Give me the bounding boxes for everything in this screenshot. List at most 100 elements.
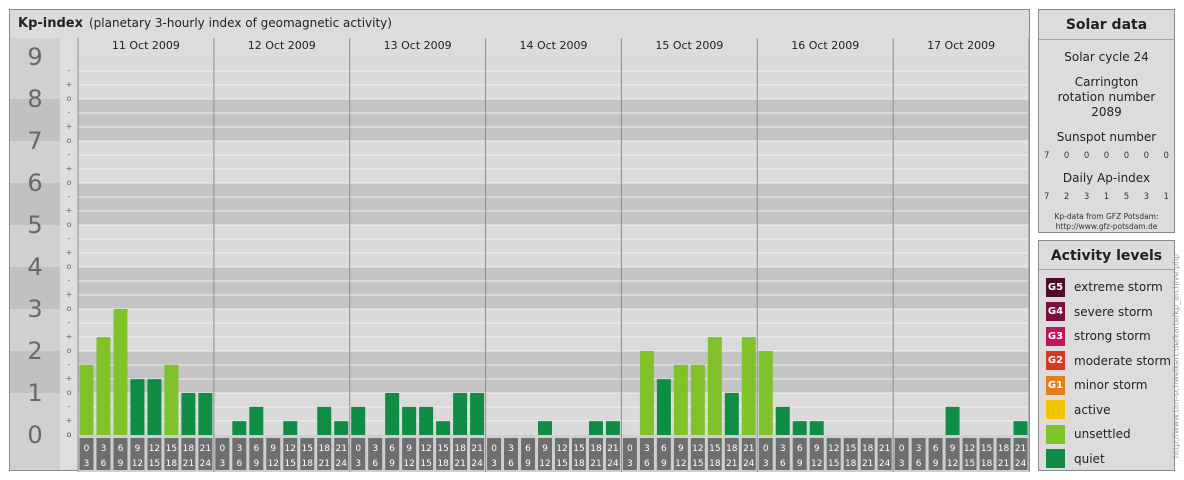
hour-end-label: 21 [590, 459, 601, 469]
sunspot-value: 0 [1063, 151, 1070, 161]
hour-start-label: 12 [556, 444, 567, 454]
kp-bar [317, 406, 332, 435]
hour-end-label: 15 [285, 459, 296, 469]
hour-start-label: 3 [780, 444, 786, 454]
kp-bar [232, 421, 247, 435]
kp-bar [809, 421, 824, 435]
hour-start-label: 12 [420, 444, 431, 454]
day-label: 17 Oct 2009 [927, 39, 995, 52]
kp-index-widget: 0 1 2 3 4 5 6 7 8 9 o + - o + - o + - o + - o + - o + - o + - o + - o + - o 11… [0, 0, 1184, 480]
chart-title-main: Kp-index [18, 16, 83, 31]
kp-minor-tick-label: o [67, 430, 72, 439]
plot-band [78, 141, 1029, 183]
hour-end-label: 18 [981, 459, 993, 469]
kp-tick-label: 9 [27, 43, 42, 71]
kp-tick-label: 5 [27, 211, 42, 239]
hour-end-label: 24 [471, 459, 483, 469]
solar-data-title: Solar data [1039, 10, 1174, 40]
hour-end-label: 18 [302, 459, 314, 469]
hour-start-label: 15 [845, 444, 856, 454]
hour-start-label: 15 [981, 444, 992, 454]
hour-start-label: 9 [542, 444, 548, 454]
kp-bar [249, 406, 264, 435]
kp-bar [639, 351, 654, 435]
hour-end-label: 24 [607, 459, 619, 469]
kp-minor-tick-label: o [67, 262, 72, 271]
kp-bar [656, 379, 671, 435]
hour-start-label: 9 [814, 444, 820, 454]
hour-end-label: 12 [811, 459, 822, 469]
hour-end-label: 6 [372, 459, 378, 469]
hour-start-label: 15 [302, 444, 313, 454]
hour-start-label: 15 [573, 444, 584, 454]
chart-subtitle: (planetary 3-hourly index of geomagnetic… [89, 16, 392, 30]
hour-start-label: 18 [183, 444, 195, 454]
chart-title: Kp-index (planetary 3-hourly index of geo… [18, 16, 392, 31]
kp-tick-label: 4 [27, 253, 42, 281]
kp-bar [198, 393, 213, 435]
hour-start-label: 3 [101, 444, 107, 454]
hour-start-label: 21 [607, 444, 618, 454]
ap-index-value: 1 [1163, 192, 1169, 202]
side-url-text[interactable]: http://www.tim-schweikert.de/karte/kp_ar… [1172, 253, 1181, 458]
hour-end-label: 12 [403, 459, 414, 469]
hour-start-label: 6 [389, 444, 395, 454]
activity-level-item: G1 minor storm [1046, 375, 1147, 395]
solar-data-panel: Solar data Solar cycle 24 Carrington rot… [1038, 9, 1175, 233]
hour-start-label: 9 [678, 444, 684, 454]
kp-tick-label: 0 [27, 421, 42, 449]
hour-end-label: 12 [268, 459, 279, 469]
hour-start-label: 6 [797, 444, 803, 454]
kp-bar [351, 406, 366, 435]
hour-start-label: 9 [950, 444, 956, 454]
kp-bar [164, 364, 179, 435]
hour-end-label: 24 [335, 459, 347, 469]
activity-level-label: extreme storm [1074, 280, 1163, 294]
hour-end-label: 15 [828, 459, 839, 469]
hour-start-label: 21 [743, 444, 754, 454]
kp-bar [130, 379, 145, 435]
activity-level-item: G5 extreme storm [1046, 277, 1163, 297]
hour-end-label: 24 [200, 459, 212, 469]
hour-start-label: 3 [508, 444, 514, 454]
hour-start-label: 6 [933, 444, 939, 454]
hour-end-label: 3 [355, 459, 361, 469]
activity-level-swatch: G3 [1046, 326, 1065, 346]
kp-minor-tick-label: o [67, 388, 72, 397]
activity-levels-title: Activity levels [1039, 241, 1174, 270]
activity-level-swatch: G5 [1046, 277, 1065, 297]
hour-end-label: 6 [644, 459, 650, 469]
hour-start-label: 18 [726, 444, 738, 454]
activity-level-item: unsettled [1046, 424, 1131, 444]
hour-start-label: 9 [406, 444, 412, 454]
activity-level-item: G3 strong storm [1046, 326, 1151, 346]
activity-level-item: G4 severe storm [1046, 302, 1153, 322]
hour-end-label: 12 [539, 459, 550, 469]
hour-start-label: 21 [471, 444, 482, 454]
hour-start-label: 3 [372, 444, 378, 454]
hour-start-label: 6 [253, 444, 259, 454]
credit-link[interactable]: http://www.gfz-potsdam.de [1039, 222, 1174, 232]
hour-end-label: 3 [491, 459, 497, 469]
carrington-rotation: Carrington rotation number 2089 [1057, 75, 1156, 119]
hour-start-label: 12 [964, 444, 975, 454]
kp-bar [283, 421, 298, 435]
activity-level-swatch [1046, 400, 1065, 419]
kp-minor-tick-label: + [66, 416, 73, 425]
solar-cycle: Solar cycle 24 [1064, 50, 1149, 64]
ap-index-value: 3 [1143, 192, 1150, 202]
hour-end-label: 9 [389, 459, 395, 469]
kp-bar [673, 364, 688, 435]
hour-start-label: 0 [491, 444, 497, 454]
activity-levels-panel: Activity levels G5 extreme storm G4 severe … [1038, 240, 1175, 471]
hour-end-label: 21 [183, 459, 194, 469]
kp-tick-label: 1 [27, 379, 42, 407]
sunspot-label: Sunspot number [1056, 130, 1157, 144]
kp-bar [113, 309, 128, 435]
activity-level-label: minor storm [1074, 378, 1148, 392]
kp-bar [945, 406, 960, 435]
kp-minor-tick-label: + [66, 332, 73, 341]
hour-end-label: 9 [797, 459, 803, 469]
kp-minor-tick-label: o [67, 220, 72, 229]
hour-end-label: 15 [149, 459, 160, 469]
